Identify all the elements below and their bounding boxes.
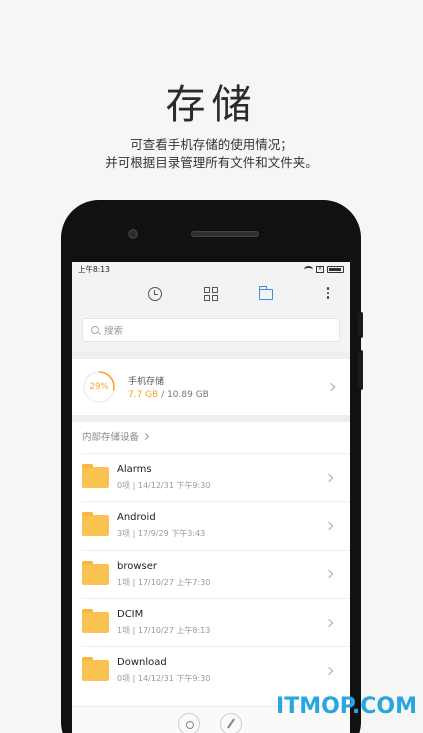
phone-storage-card[interactable]: 29% 手机存储 7.7 GB / 10.89 GB (72, 359, 350, 415)
phone-screen: 上午8:13 × 搜索 29% 手机存储 7.7 GB / 10.89 GB 内… (72, 262, 350, 733)
battery-icon (327, 265, 344, 273)
divider (72, 352, 350, 359)
folder-name: Android (117, 512, 156, 524)
chevron-right-icon (326, 382, 336, 392)
toolbar (72, 276, 350, 312)
storage-info: 手机存储 7.7 GB / 10.89 GB (128, 374, 209, 400)
promo-line-2: 并可根据目录管理所有文件和文件夹。 (105, 155, 318, 170)
folder-icon (82, 512, 109, 537)
grid-icon[interactable] (204, 287, 218, 301)
search-file-button[interactable] (178, 713, 200, 733)
storage-ring: 29% (82, 370, 116, 404)
internal-storage-header[interactable]: 内部存储设备 (72, 422, 350, 453)
storage-percent: 29% (89, 382, 109, 392)
promo-title: 存储 (165, 82, 258, 128)
status-icons: × (304, 265, 344, 273)
clean-button[interactable] (220, 713, 242, 733)
more-icon[interactable] (326, 287, 330, 301)
folder-icon (82, 609, 109, 634)
folder-icon (82, 657, 109, 682)
storage-title: 手机存储 (128, 377, 165, 387)
folder-icon (82, 464, 109, 489)
power-button (358, 350, 363, 390)
earpiece-speaker (191, 231, 259, 237)
folder-icon (82, 560, 109, 585)
folder-meta: 1项 | 17/10/27 上午8:13 (117, 626, 211, 636)
folder-meta: 3项 | 17/9/29 下午3:43 (117, 529, 206, 539)
folder-name: Alarms (117, 464, 152, 476)
status-bar: 上午8:13 × (72, 262, 350, 276)
chevron-right-icon (142, 432, 150, 441)
storage-used: 7.7 GB (128, 390, 159, 400)
folder-icon[interactable] (259, 286, 273, 300)
folder-name: DCIM (117, 609, 144, 621)
chevron-right-icon (324, 618, 334, 627)
chevron-right-icon (324, 473, 334, 482)
clock-icon[interactable] (148, 287, 162, 301)
chevron-right-icon (324, 569, 334, 579)
list-item[interactable]: browser 1项 | 17/10/27 上午7:30 (82, 549, 350, 598)
promo-line-1: 可查看手机存储的使用情况； (130, 137, 293, 152)
list-item[interactable]: Android 3项 | 17/9/29 下午3:43 (82, 501, 350, 549)
wifi-icon (304, 265, 313, 273)
storage-total: / 10.89 GB (158, 390, 209, 400)
divider (72, 415, 350, 422)
promo-page: 存储 可查看手机存储的使用情况； 并可根据目录管理所有文件和文件夹。 上午8:1… (0, 0, 423, 733)
site-watermark: ITMOP.COM (276, 694, 417, 719)
search-placeholder: 搜索 (104, 326, 124, 337)
folder-meta: 0项 | 14/12/31 下午9:30 (117, 481, 211, 491)
folder-meta: 0项 | 14/12/31 下午9:30 (117, 674, 211, 684)
folder-list: Alarms 0项 | 14/12/31 下午9:30 Android 3项 |… (72, 453, 350, 695)
storage-usage: 7.7 GB / 10.89 GB (128, 390, 209, 400)
chevron-right-icon (324, 666, 334, 676)
folder-name: browser (117, 560, 158, 572)
search-input[interactable]: 搜索 (82, 318, 340, 342)
status-time: 上午8:13 (78, 264, 110, 274)
front-camera (128, 229, 138, 239)
list-item[interactable]: Download 0项 | 14/12/31 下午9:30 (82, 646, 350, 694)
sim-icon: × (316, 265, 324, 273)
section-label: 内部存储设备 (82, 432, 140, 443)
list-item[interactable]: DCIM 1项 | 17/10/27 上午8:13 (82, 597, 350, 646)
list-item[interactable]: Alarms 0项 | 14/12/31 下午9:30 (82, 453, 350, 501)
search-icon (91, 326, 99, 334)
folder-meta: 1项 | 17/10/27 上午7:30 (117, 577, 211, 587)
volume-button (358, 312, 363, 338)
chevron-right-icon (324, 521, 334, 531)
search-area: 搜索 (72, 312, 350, 352)
folder-name: Download (117, 657, 167, 669)
